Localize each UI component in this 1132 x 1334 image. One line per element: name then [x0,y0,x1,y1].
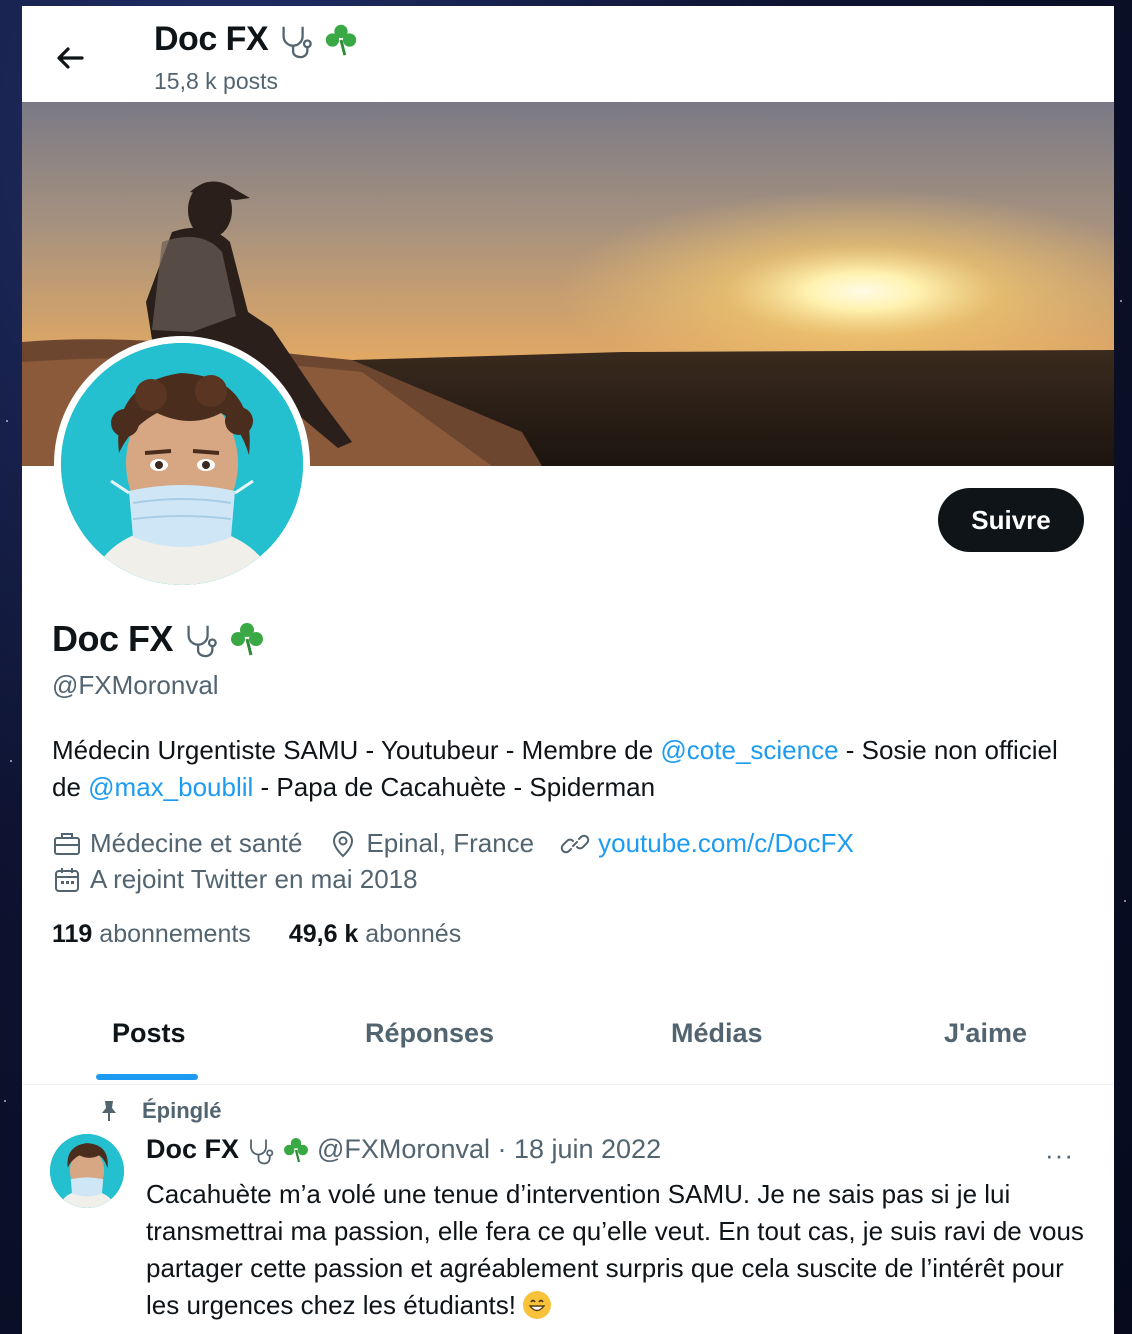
profile-bio: Médecin Urgentiste SAMU - Youtubeur - Me… [52,732,1072,806]
pinned-label: Épinglé [98,1098,221,1124]
shamrock-icon [231,623,264,656]
shamrock-icon [325,24,357,56]
active-tab-indicator [96,1074,198,1080]
tweet-avatar[interactable] [50,1134,124,1208]
followers-count: 49,6 k [288,920,359,948]
followers-link[interactable]: 49,6 k abonnés [289,920,461,949]
tab-likes[interactable]: J'aime [944,1018,1027,1049]
joined-row: A rejoint Twitter en mai 2018 [52,864,444,895]
website-link[interactable]: youtube.com/c/DocFX [598,828,854,859]
shamrock-icon [284,1137,309,1162]
tweet-text: Cacahuète m’a volé une tenue d’intervent… [146,1176,1096,1324]
post-count: 15,8 k posts [154,68,279,94]
profile-tabs: Posts Réponses Médias J'aime [22,996,1114,1085]
profile-avatar[interactable] [54,336,310,592]
grin-emoji-icon [523,1291,552,1319]
joined-text: A rejoint Twitter en mai 2018 [90,864,418,894]
location-item: Epinal, France [328,828,534,859]
avatar-photo [61,343,303,585]
website-item[interactable]: youtube.com/c/DocFX [560,828,854,859]
tab-media[interactable]: Médias [671,1018,763,1049]
location-text: Epinal, France [366,828,535,858]
profile-name: Doc FX [52,618,267,660]
calendar-icon [55,867,79,892]
follow-counts: 119 abonnements 49,6 k abonnés [52,920,461,949]
briefcase-icon [54,832,80,855]
header-name-text: Doc FX [154,20,269,58]
profile-panel: Doc FX 15,8 k posts Suivre Doc FX @FXMor… [22,6,1114,1334]
follow-button[interactable]: Suivre [938,488,1084,552]
more-options-icon[interactable]: ··· [1045,1140,1074,1171]
pinned-text: Épinglé [142,1098,222,1123]
mention-link[interactable]: @cote_science [660,735,838,765]
following-count: 119 [52,920,93,948]
tab-replies[interactable]: Réponses [365,1018,494,1049]
following-link[interactable]: 119 abonnements [52,920,251,949]
link-icon [560,834,590,853]
stethoscope-icon [282,26,312,58]
stethoscope-icon [250,1139,274,1164]
tab-posts[interactable]: Posts [112,1018,186,1049]
joined-item: A rejoint Twitter en mai 2018 [52,864,418,895]
pin-icon [102,1101,116,1121]
followers-label: abonnés [365,920,462,948]
profile-name-text: Doc FX [52,618,174,659]
header-name: Doc FX [154,20,360,59]
top-bar: Doc FX 15,8 k posts [22,6,1114,102]
tweet-header: Doc FX @FXMoronval · 18 juin 2022 [146,1134,661,1165]
tweet-text-body: Cacahuète m’a volé une tenue d’intervent… [146,1179,1084,1320]
location-pin-icon [333,830,354,857]
stethoscope-icon [187,625,217,658]
category-item: Médecine et santé [52,828,302,859]
profile-meta: Médecine et santé Epinal, France youtube… [52,828,880,859]
bio-text-1: Médecin Urgentiste SAMU - Youtubeur - Me… [52,735,661,765]
profile-handle: @FXMoronval [52,670,219,700]
following-label: abonnements [99,920,251,948]
back-arrow-icon[interactable] [50,38,90,78]
category-text: Médecine et santé [90,828,303,858]
mention-link[interactable]: @max_boublil [88,772,253,802]
tweet-handle-date[interactable]: @FXMoronval · 18 juin 2022 [317,1134,661,1165]
bio-text-3: - Papa de Cacahuète - Spiderman [253,772,656,802]
tweet-author-name[interactable]: Doc FX [146,1134,239,1165]
